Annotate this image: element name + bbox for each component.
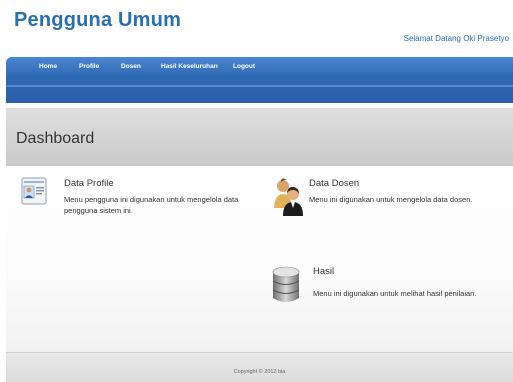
nav-item-logout[interactable]: Logout	[233, 63, 255, 70]
card-description: Menu pengguna ini digunakan untuk mengel…	[64, 195, 239, 215]
card-description: Menu ini digunakan untuk melihat hasil p…	[313, 289, 477, 298]
card-description: Menu ini digunakan untuk mengelola data …	[309, 195, 473, 204]
dashboard-content: Data Profile Menu pengguna ini digunakan…	[6, 166, 513, 352]
card-data-dosen[interactable]: Data Dosen Menu ini digunakan untuk meng…	[271, 176, 511, 236]
welcome-text: Selamat Datang Oki Prasetyo	[403, 34, 509, 43]
dashboard-header: Dashboard	[6, 108, 513, 166]
nav-bar: Home Profile Dosen Hasil Keseluruhan Log…	[6, 57, 513, 103]
site-title: Pengguna Umum	[14, 9, 182, 31]
page-title: Dashboard	[16, 130, 95, 147]
nav-item-profile[interactable]: Profile	[79, 63, 99, 70]
card-title[interactable]: Data Dosen	[309, 178, 359, 189]
copyright-text: Copyright © 2012 bla	[233, 369, 286, 375]
database-icon	[272, 266, 300, 302]
users-icon	[274, 178, 303, 216]
nav-item-home[interactable]: Home	[39, 63, 57, 70]
profile-card-icon	[21, 177, 47, 205]
nav-item-dosen[interactable]: Dosen	[121, 63, 141, 70]
card-data-profile[interactable]: Data Profile Menu pengguna ini digunakan…	[20, 176, 260, 236]
card-hasil[interactable]: Hasil Menu ini digunakan untuk melihat h…	[271, 264, 511, 324]
card-title[interactable]: Hasil	[313, 266, 334, 277]
footer: Copyright © 2012 bla	[6, 352, 513, 382]
nav-item-hasil-keseluruhan[interactable]: Hasil Keseluruhan	[161, 63, 218, 70]
nav-divider	[6, 85, 513, 87]
card-title[interactable]: Data Profile	[64, 178, 114, 189]
